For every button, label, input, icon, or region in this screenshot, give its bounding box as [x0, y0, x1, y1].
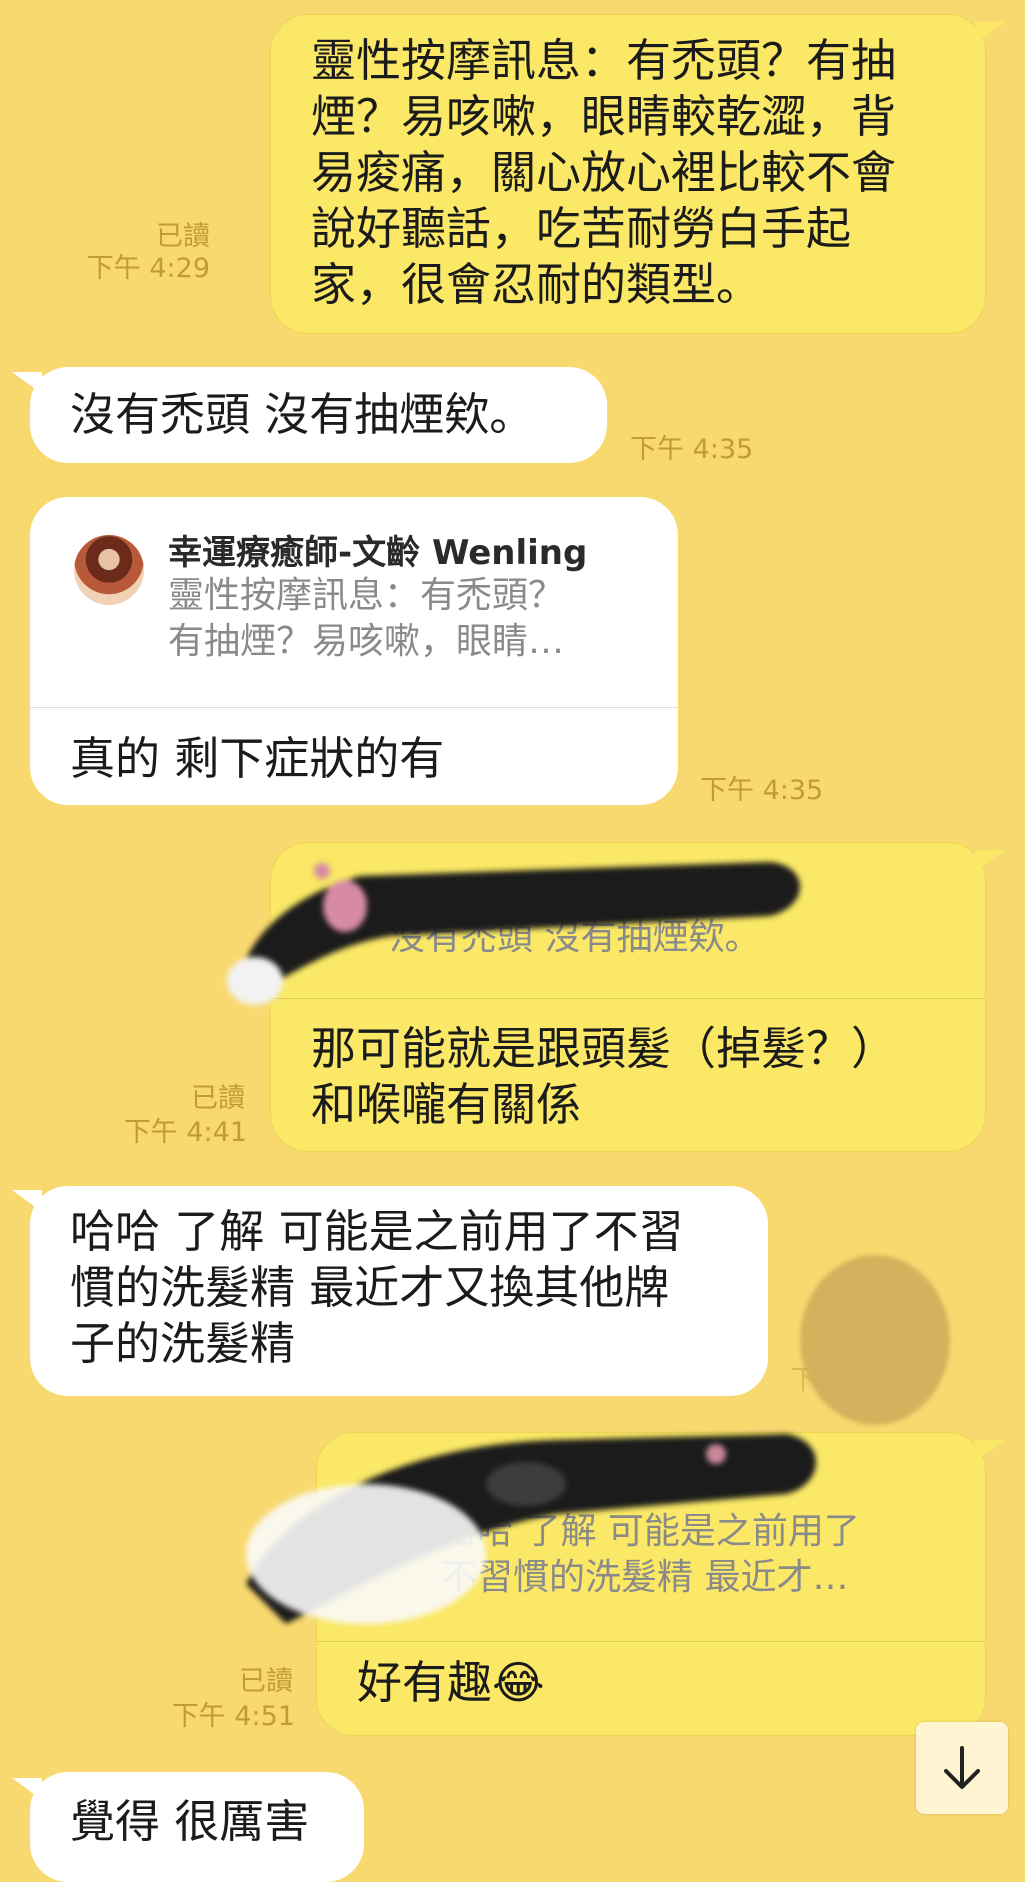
message-text: 哈哈 了解 可能是之前用了不習 慣的洗髮精 最近才又換其他牌 子的洗髮精	[70, 1205, 684, 1370]
quote-divider	[317, 1641, 985, 1642]
incoming-message[interactable]: 哈哈 了解 可能是之前用了不習 慣的洗髮精 最近才又換其他牌 子的洗髮精	[30, 1186, 768, 1396]
incoming-reply-message[interactable]: 幸運療癒師-文齡 Wenling 靈性按摩訊息：有禿頭？ 有抽煙？易咳嗽，眼睛……	[30, 497, 678, 805]
incoming-message[interactable]: 覺得 很厲害	[30, 1772, 364, 1882]
read-receipt: 已讀	[156, 221, 210, 252]
message-text: 覺得 很厲害	[70, 1795, 310, 1848]
message-text: 靈性按摩訊息：有禿頭？有抽 煙？易咳嗽，眼睛較乾澀，背 易痠痛，關心放心裡比較不…	[311, 34, 897, 311]
quote-divider	[30, 707, 678, 708]
bubble-tail	[12, 1778, 42, 1800]
message-text: 真的 剩下症狀的有	[70, 732, 445, 785]
bubble-tail	[12, 1190, 42, 1212]
scroll-to-bottom-button[interactable]	[916, 1722, 1008, 1814]
message-time: 下午 4:41	[123, 1117, 247, 1148]
bubble-tail	[12, 372, 42, 394]
message-time: 下午 4:51	[171, 1701, 295, 1732]
sticker-cat-paw	[227, 862, 800, 1005]
message-time: 下午 4:35	[700, 775, 824, 806]
bubble-tail	[975, 1440, 1005, 1462]
avatar	[74, 535, 144, 605]
message-time: 下午 4:35	[630, 434, 754, 465]
outgoing-message[interactable]: 靈性按摩訊息：有禿頭？有抽 煙？易咳嗽，眼睛較乾澀，背 易痠痛，關心放心裡比較不…	[270, 14, 986, 334]
bubble-tail	[975, 22, 1005, 44]
sticker-cat	[246, 1434, 816, 1624]
message-time: 下午 4:29	[86, 253, 210, 284]
quote-sender: 幸運療癒師-文齡 Wenling	[168, 533, 588, 573]
arrow-down-icon	[944, 1746, 980, 1789]
read-receipt: 已讀	[239, 1666, 293, 1697]
message-text: 那可能就是跟頭髮（掉髮？） 和喉嚨有關係	[311, 1022, 897, 1131]
read-receipt: 已讀	[191, 1083, 245, 1114]
bubble-tail	[975, 850, 1005, 872]
message-text: 好有趣😂	[357, 1656, 545, 1709]
incoming-message[interactable]: 沒有禿頭 沒有抽煙欸。	[30, 367, 607, 463]
message-text: 沒有禿頭 沒有抽煙欸。	[70, 388, 535, 441]
quoted-text: 靈性按摩訊息：有禿頭？ 有抽煙？易咳嗽，眼睛…	[168, 575, 565, 662]
